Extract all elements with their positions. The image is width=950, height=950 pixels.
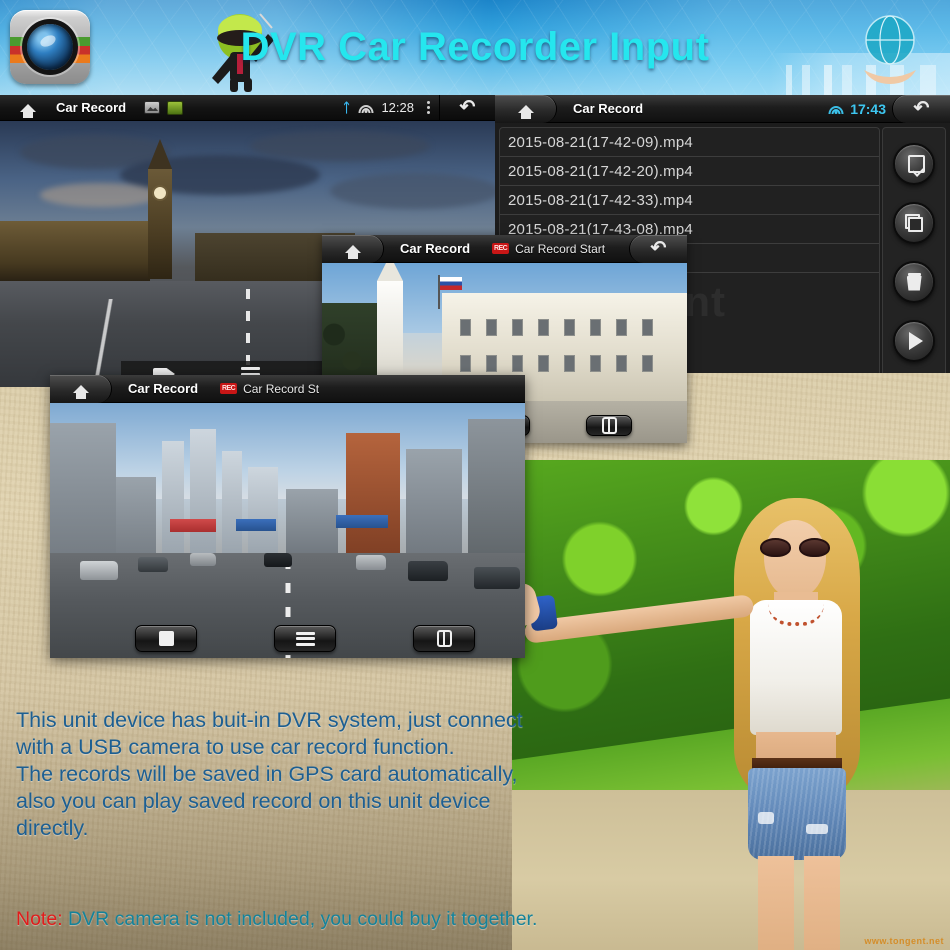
description-line-5: directly. (16, 816, 89, 840)
home-icon[interactable] (50, 375, 112, 403)
play-button[interactable] (893, 319, 936, 362)
delete-button[interactable] (893, 260, 936, 303)
person-figure (512, 480, 912, 950)
kebab-menu-icon[interactable] (422, 101, 435, 114)
list-item[interactable]: 2015-08-21(17-42-20).mp4 (500, 157, 880, 186)
low-title-bar: Car Record REC Car Record St (50, 375, 525, 403)
list-window-title: Car Record (573, 101, 644, 116)
mid-rec-status: Car Record Start (515, 241, 606, 256)
main-clock: 12:28 (381, 100, 414, 115)
description-line-3: The records will be saved in GPS card au… (16, 762, 518, 786)
home-icon[interactable] (495, 95, 557, 123)
page-banner: DVR Car Recorder Input (0, 0, 950, 95)
note-text: Note: DVR camera is not included, you co… (16, 908, 537, 931)
file-name: 2015-08-21(17-42-33).mp4 (508, 191, 693, 209)
copy-button[interactable] (893, 201, 936, 244)
list-clock: 17:43 (850, 100, 886, 117)
list-icon (295, 631, 315, 646)
home-icon[interactable] (0, 103, 56, 118)
note-keyword: Note: (16, 908, 63, 930)
select-all-button[interactable] (893, 142, 936, 185)
fullscreen-button[interactable] (586, 415, 632, 436)
main-status-bar: Car Record ᛏ 12:28 ↶ (0, 95, 495, 121)
corner-watermark: www.tongent.net (864, 936, 944, 946)
stop-square-icon (158, 631, 174, 646)
low-window-title: Car Record (128, 381, 199, 396)
sunglasses-icon (760, 538, 830, 557)
wifi-icon (358, 102, 374, 113)
fullscreen-button[interactable] (413, 625, 475, 652)
screen-icon (167, 100, 184, 115)
page-root: DVR Car Recorder Input www.tongent.net C… (0, 0, 950, 950)
book-icon (601, 417, 617, 434)
copy-icon (905, 213, 924, 232)
page-title: DVR Car Recorder Input (240, 25, 710, 69)
low-control-bar (135, 625, 475, 652)
list-item[interactable]: 2015-08-21(17-42-33).mp4 (500, 186, 880, 215)
home-icon[interactable] (322, 235, 384, 263)
picture-icon (144, 101, 161, 114)
description-line-4: also you can play saved record on this u… (16, 789, 491, 813)
description-text: This unit device has buit-in DVR system,… (16, 707, 616, 842)
description-line-1: This unit device has buit-in DVR system,… (16, 708, 523, 732)
play-icon (909, 331, 924, 350)
back-arrow-icon[interactable]: ↶ (629, 235, 687, 263)
wifi-icon (828, 103, 844, 114)
hitchhiker-photo (512, 460, 950, 950)
list-action-buttons (882, 127, 946, 373)
back-arrow-icon[interactable]: ↶ (439, 95, 495, 121)
low-rec-status: Car Record St (243, 381, 320, 396)
stop-button[interactable] (135, 625, 197, 652)
mid-window-title: Car Record (400, 241, 471, 256)
file-name: 2015-08-21(17-42-20).mp4 (508, 162, 693, 180)
description-line-2: with a USB camera to use car record func… (16, 735, 455, 759)
bluetooth-icon: ᛏ (342, 100, 351, 115)
back-arrow-icon[interactable]: ↶ (892, 95, 950, 123)
rec-badge-icon: REC (492, 243, 510, 254)
file-list-button[interactable] (274, 625, 336, 652)
list-item[interactable]: 2015-08-21(17-42-09).mp4 (500, 128, 880, 157)
rec-badge-icon: REC (220, 383, 238, 394)
file-name: 2015-08-21(17-42-09).mp4 (508, 133, 693, 151)
mid-title-bar: Car Record REC Car Record Start ↶ (322, 235, 687, 263)
book-icon (436, 630, 452, 647)
car-record-playback-window: Car Record REC Car Record St (50, 375, 525, 658)
note-body: DVR camera is not included, you could bu… (62, 908, 538, 930)
main-window-title: Car Record (56, 100, 127, 115)
select-all-icon (906, 154, 925, 173)
list-title-bar: Car Record 17:43 ↶ (495, 95, 950, 123)
trash-icon (907, 272, 922, 291)
low-video-viewport (50, 403, 525, 658)
